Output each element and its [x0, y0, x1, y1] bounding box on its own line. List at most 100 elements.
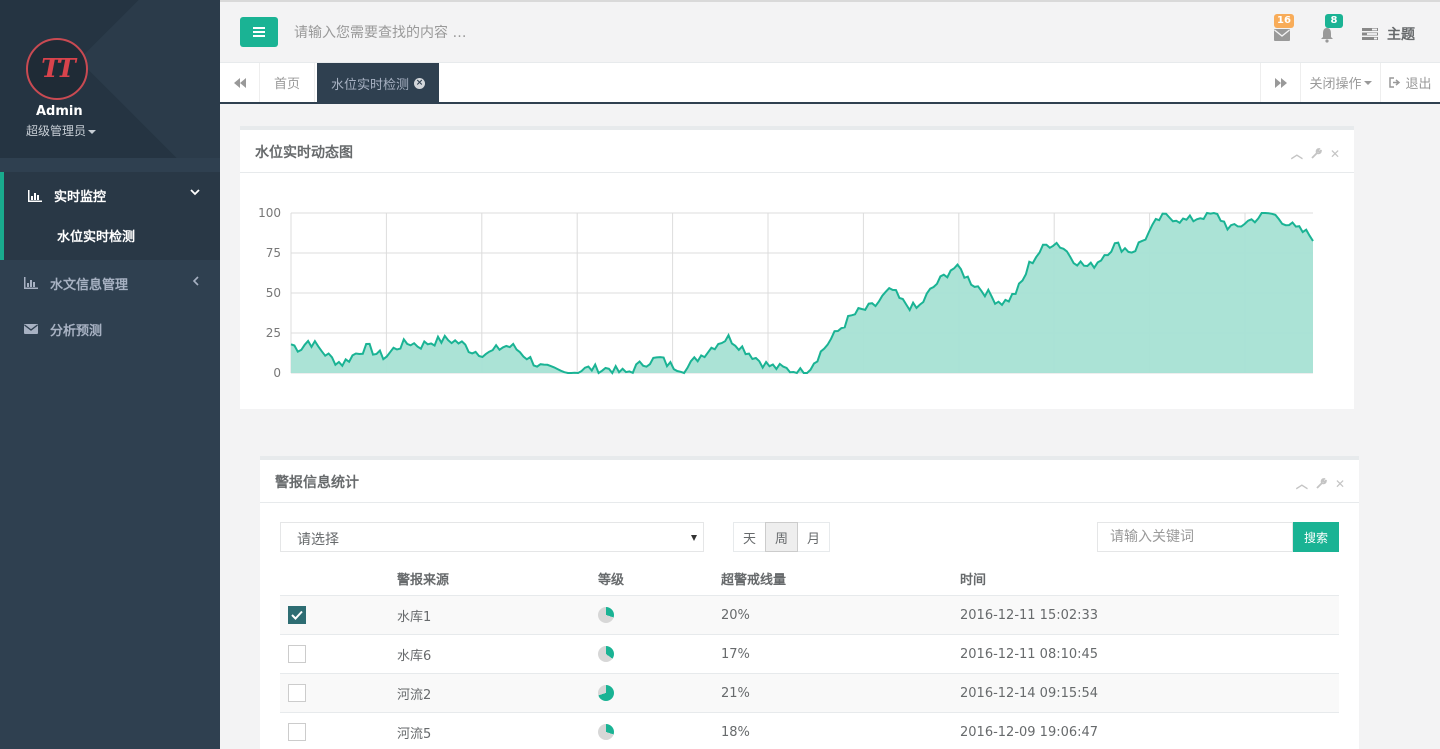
tab-water-level[interactable]: 水位实时检测 × — [317, 63, 440, 104]
bar-chart-icon — [24, 277, 38, 289]
row-source: 河流2 — [397, 687, 432, 703]
alarm-table: 警报来源 等级 超警戒线量 时间 水库1 20% 2016-12-11 15:02:… — [280, 562, 1339, 749]
row-checkbox[interactable] — [288, 723, 306, 741]
row-select-cell — [280, 684, 397, 702]
profile-background — [78, 0, 220, 158]
period-button-group: 天 周 月 — [733, 522, 830, 552]
close-icon[interactable]: ✕ — [1335, 477, 1345, 491]
caret-down-icon — [1363, 80, 1372, 85]
y-tick-label: 25 — [266, 326, 281, 340]
table-row[interactable]: 河流5 18% 2016-12-09 19:06:47 — [280, 713, 1339, 749]
period-week-button[interactable]: 周 — [765, 522, 798, 552]
tab-label: 水位实时检测 — [331, 78, 410, 93]
y-tick-label: 0 — [273, 366, 281, 380]
global-search-input[interactable] — [294, 20, 694, 46]
water-level-area-chart: 100 75 50 25 0 — [258, 206, 1314, 380]
y-tick-label: 75 — [266, 246, 281, 260]
row-time: 2016-12-11 15:02:33 — [960, 607, 1099, 623]
panel-header: 水位实时动态图 ︿ ✕ — [240, 130, 1354, 173]
row-checkbox[interactable] — [288, 684, 306, 702]
row-amount: 20% — [721, 607, 750, 623]
row-amount: 17% — [721, 646, 750, 662]
y-tick-label: 100 — [258, 206, 281, 220]
level-pie-icon — [598, 646, 614, 662]
row-checkbox[interactable] — [288, 606, 306, 624]
table-body: 水库1 20% 2016-12-11 15:02:33 水库6 17% 2016-12-1… — [280, 596, 1339, 749]
user-role-dropdown[interactable]: 超级管理员 — [26, 122, 97, 139]
theme-label: 主题 — [1387, 27, 1415, 43]
select-value: 请选择 — [297, 532, 339, 548]
tabs-scroll-left-button[interactable] — [220, 63, 260, 102]
level-pie-icon — [598, 685, 614, 701]
close-icon[interactable]: ✕ — [1330, 147, 1340, 161]
nav-label: 实时监控 — [54, 190, 107, 205]
table-row[interactable]: 水库1 20% 2016-12-11 15:02:33 — [280, 596, 1339, 635]
envelope-icon — [1274, 29, 1290, 41]
user-name: Admin — [36, 104, 83, 119]
top-navbar: 16 8 主题 — [220, 0, 1440, 63]
exit-button[interactable]: 退出 — [1380, 63, 1440, 102]
row-level-cell — [598, 685, 721, 701]
notifications-button[interactable]: 8 — [1317, 14, 1343, 44]
collapse-icon[interactable]: ︿ — [1296, 475, 1308, 492]
row-select-cell — [280, 723, 397, 741]
wrench-icon[interactable] — [1316, 478, 1327, 489]
close-ops-dropdown[interactable]: 关闭操作 — [1300, 63, 1380, 102]
row-time: 2016-12-09 19:06:47 — [960, 724, 1099, 740]
notifications-count-badge: 8 — [1325, 14, 1343, 28]
row-amount: 18% — [721, 724, 750, 740]
messages-button[interactable]: 16 — [1272, 14, 1294, 44]
row-source: 水库6 — [397, 648, 432, 664]
user-role: 超级管理员 — [26, 124, 87, 138]
panel-tools: ︿ ✕ — [1291, 145, 1340, 162]
table-header: 警报来源 等级 超警戒线量 时间 — [280, 562, 1339, 596]
nav-label: 水文信息管理 — [50, 277, 129, 293]
page-tabs-bar: 首页 水位实时检测 × 关闭操作 退出 — [220, 63, 1440, 104]
backward-icon — [233, 77, 246, 88]
profile-area: TT Admin 超级管理员 — [0, 0, 220, 158]
app-logo[interactable]: TT — [26, 38, 88, 100]
row-amount: 21% — [721, 685, 750, 701]
nav-sub-water-level[interactable]: 水位实时检测 — [57, 226, 135, 245]
header-level[interactable]: 等级 — [598, 569, 721, 588]
level-pie-icon — [598, 607, 614, 623]
table-row[interactable]: 水库6 17% 2016-12-11 08:10:45 — [280, 635, 1339, 674]
hamburger-icon — [253, 27, 265, 37]
period-day-button[interactable]: 天 — [733, 522, 766, 552]
exit-label: 退出 — [1405, 77, 1432, 92]
bar-chart-icon — [28, 189, 42, 202]
logo-text: TT — [41, 54, 76, 84]
search-button[interactable]: 搜索 — [1293, 522, 1339, 552]
chevron-down-icon — [190, 189, 200, 196]
row-time: 2016-12-11 08:10:45 — [960, 646, 1099, 662]
source-select[interactable]: 请选择 — [280, 522, 704, 552]
tabs-scroll-right-button[interactable] — [1260, 63, 1300, 102]
water-level-chart-panel: 水位实时动态图 ︿ ✕ 100 75 50 25 0 — [240, 126, 1354, 409]
collapse-icon[interactable]: ︿ — [1291, 145, 1303, 162]
header-source[interactable]: 警报来源 — [397, 569, 598, 588]
row-time: 2016-12-14 09:15:54 — [960, 685, 1099, 701]
check-icon — [291, 610, 303, 620]
nav-realtime-monitor[interactable]: 实时监控 水位实时检测 — [0, 172, 220, 260]
header-amount[interactable]: 超警戒线量 — [721, 569, 960, 588]
tab-home[interactable]: 首页 — [260, 63, 316, 102]
panel-tools: ︿ ✕ — [1296, 475, 1345, 492]
nav-hydrology-management[interactable]: 水文信息管理 — [0, 270, 220, 296]
row-level-cell — [598, 607, 721, 623]
close-tab-icon[interactable]: × — [414, 78, 426, 89]
panel-title: 警报信息统计 — [275, 475, 359, 491]
wrench-icon[interactable] — [1311, 148, 1322, 159]
nav-label: 分析预测 — [50, 323, 103, 339]
table-row[interactable]: 河流2 21% 2016-12-14 09:15:54 — [280, 674, 1339, 713]
period-month-button[interactable]: 月 — [797, 522, 830, 552]
theme-button[interactable]: 主题 — [1362, 24, 1415, 44]
row-checkbox[interactable] — [288, 645, 306, 663]
nav-analysis-forecast[interactable]: 分析预测 — [0, 316, 220, 342]
level-pie-icon — [598, 724, 614, 740]
keyword-search-input[interactable] — [1097, 522, 1293, 552]
menu-toggle-button[interactable] — [240, 17, 278, 47]
messages-count-badge: 16 — [1274, 14, 1294, 28]
header-time[interactable]: 时间 — [960, 569, 1339, 588]
envelope-icon — [24, 324, 38, 334]
panel-title: 水位实时动态图 — [255, 145, 353, 161]
